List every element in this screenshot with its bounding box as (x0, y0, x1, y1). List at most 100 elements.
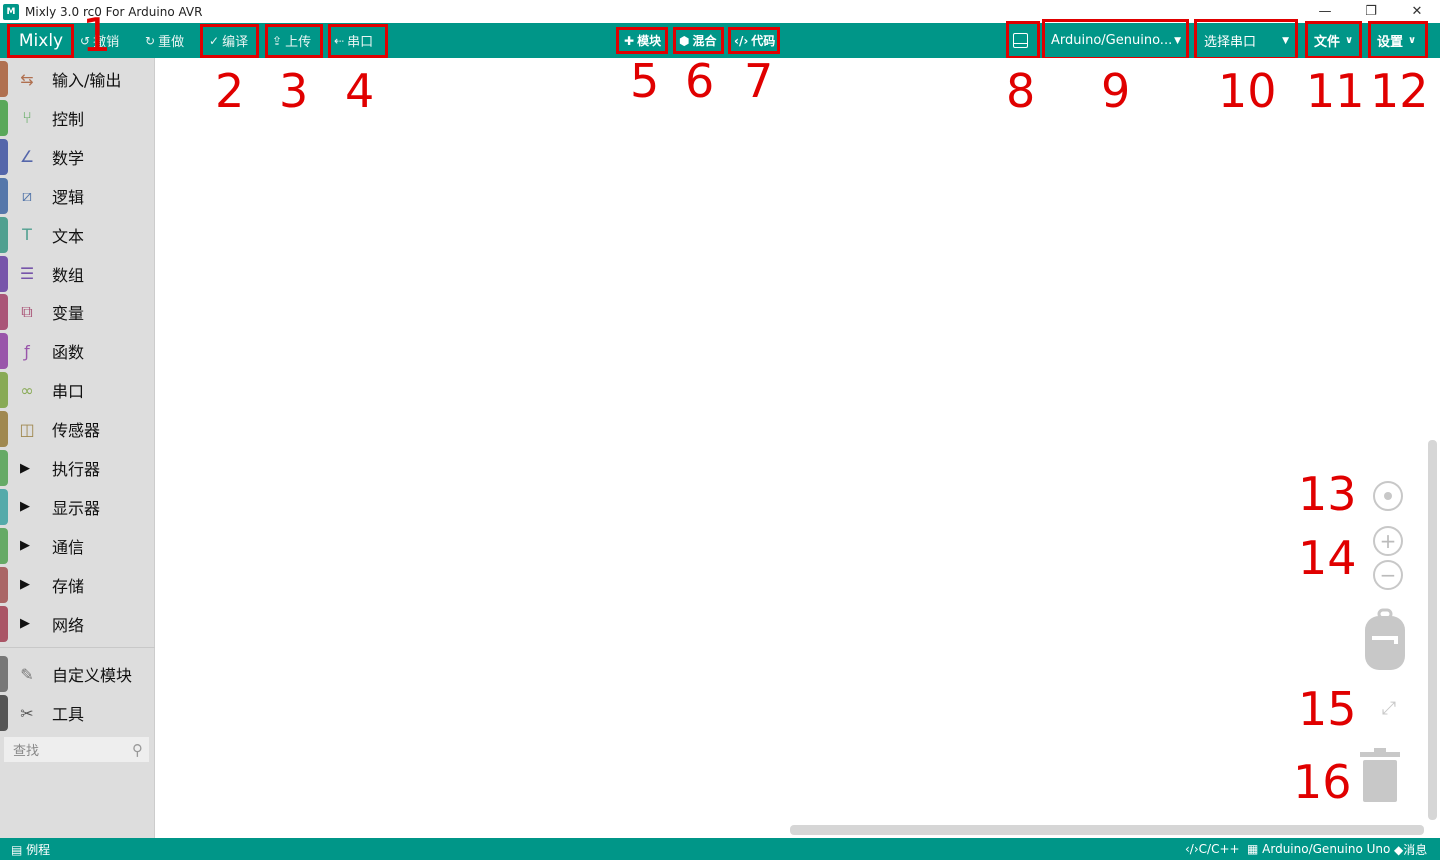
category-color-stripe (0, 450, 8, 486)
category-color-stripe (0, 695, 8, 731)
backpack-button[interactable] (1364, 608, 1406, 672)
category-color-stripe (0, 656, 8, 692)
window-title-bar: M Mixly 3.0 rc0 For Arduino AVR — ❐ ✕ (0, 0, 1440, 23)
recenter-button[interactable] (1371, 479, 1405, 513)
minimize-button[interactable]: — (1302, 0, 1348, 23)
annotation-number-2: 2 (215, 64, 245, 118)
code-icon: ‹/› (734, 33, 749, 48)
status-bar: ▤ 例程 ‹/›C/C++ ▦ Arduino/Genuino Uno ◆消息 (0, 838, 1440, 860)
logic-icon: ⧄ (21, 185, 33, 205)
category-custom-block[interactable]: ✎ 自定义模块 (0, 655, 155, 693)
category-sensor[interactable]: ◫ 传感器 (0, 410, 155, 448)
bell-icon: ◆ (1394, 842, 1404, 857)
category-text[interactable]: T 文本 (0, 216, 155, 254)
search-input[interactable]: 查找 ⚲ (3, 736, 150, 763)
annotation-number-5: 5 (630, 54, 660, 108)
app-icon: M (3, 3, 19, 20)
trash-button[interactable] (1358, 746, 1402, 804)
category-label: 数组 (52, 265, 85, 285)
category-storage[interactable]: ▶ 存储 (0, 566, 155, 604)
search-icon: ⚲ (132, 740, 143, 759)
expand-arrow-icon: ▶ (20, 499, 30, 515)
category-color-stripe (0, 411, 8, 448)
category-color-stripe (0, 566, 8, 603)
main-toolbar: Mixly ↺ 撤销 ↻ 重做 ✓ 编译 ⇪ 上传 ⇠ 串口 ✚ 模块 ⬢ 混合 ‹/› 代码 … (0, 23, 1440, 58)
category-label: 函数 (52, 343, 85, 363)
category-label: 控制 (52, 109, 85, 129)
tab-code[interactable]: ‹/› 代码 (734, 23, 775, 58)
file-menu[interactable]: 文件 ∨ (1314, 23, 1353, 58)
board-select[interactable]: Arduino/Genuino... ▼ (1045, 27, 1187, 54)
trash-icon (1360, 748, 1400, 802)
category-comm[interactable]: ▶ 通信 (0, 527, 155, 565)
category-color-stripe (0, 605, 8, 642)
restore-button[interactable]: ❐ (1348, 0, 1394, 23)
category-color-stripe (0, 255, 8, 292)
category-actuator[interactable]: ▶ 执行器 (0, 449, 155, 487)
annotation-number-7: 7 (744, 54, 774, 108)
panel-icon (1013, 33, 1028, 48)
upload-button[interactable]: ⇪ 上传 (272, 23, 311, 58)
annotation-number-9: 9 (1101, 64, 1131, 118)
port-select[interactable]: 选择串口 ▼ (1198, 27, 1295, 54)
compile-button[interactable]: ✓ 编译 (209, 23, 248, 58)
language-indicator[interactable]: ‹/›C/C++ (1185, 842, 1240, 856)
expand-icon: ⤢ (1381, 697, 1397, 719)
category-serial[interactable]: ∞ 串口 (0, 371, 155, 409)
annotation-number-13: 13 (1298, 467, 1357, 521)
math-icon: ∠ (19, 147, 35, 167)
annotation-number-16: 16 (1293, 755, 1352, 809)
category-network[interactable]: ▶ 网络 (0, 605, 155, 643)
mixly-logo-button[interactable]: Mixly (9, 26, 73, 56)
expand-arrow-icon: ▶ (20, 616, 30, 632)
category-math[interactable]: ∠ 数学 (0, 138, 155, 176)
category-color-stripe (0, 177, 8, 214)
category-display[interactable]: ▶ 显示器 (0, 488, 155, 526)
chip-icon: ▦ (1247, 842, 1263, 856)
tools-icon: ✂ (20, 703, 34, 723)
category-array[interactable]: ☰ 数组 (0, 255, 155, 293)
zoom-out-button[interactable]: − (1371, 558, 1405, 592)
annotation-number-1: 1 (82, 8, 112, 62)
serial-icon: ∞ (20, 380, 34, 400)
category-label: 数学 (52, 148, 85, 168)
category-color-stripe (0, 488, 8, 525)
category-tools[interactable]: ✂ 工具 (0, 694, 155, 732)
category-label: 文本 (52, 226, 85, 246)
board-indicator[interactable]: ▦ Arduino/Genuino Uno (1247, 842, 1390, 856)
category-control[interactable]: ⑂ 控制 (0, 99, 155, 137)
category-label: 自定义模块 (52, 666, 133, 685)
horizontal-scrollbar[interactable] (790, 825, 1424, 835)
annotation-number-8: 8 (1006, 64, 1036, 118)
redo-button[interactable]: ↻ 重做 (145, 23, 184, 58)
tab-mixed[interactable]: ⬢ 混合 (679, 23, 717, 58)
category-function[interactable]: ƒ 函数 (0, 332, 155, 370)
block-workspace[interactable] (156, 58, 1440, 838)
zoom-in-button[interactable]: + (1371, 524, 1405, 558)
toggle-panel-button[interactable] (1013, 23, 1028, 58)
serial-button[interactable]: ⇠ 串口 (334, 23, 373, 58)
expand-arrow-icon: ▶ (20, 577, 30, 593)
category-label: 传感器 (52, 421, 101, 441)
category-label: 输入/输出 (52, 71, 122, 90)
category-label: 通信 (52, 537, 85, 557)
plus-icon: + (1373, 526, 1403, 556)
close-button[interactable]: ✕ (1394, 0, 1440, 23)
annotation-number-3: 3 (279, 64, 309, 118)
vertical-scrollbar[interactable] (1428, 440, 1437, 820)
category-color-stripe (0, 216, 8, 253)
settings-menu[interactable]: 设置 ∨ (1377, 23, 1416, 58)
annotation-number-4: 4 (345, 64, 375, 118)
category-logic[interactable]: ⧄ 逻辑 (0, 177, 155, 215)
annotation-number-11: 11 (1306, 64, 1365, 118)
examples-button[interactable]: ▤ 例程 (11, 841, 50, 858)
category-io[interactable]: ⇆ 输入/输出 (0, 60, 155, 98)
category-label: 变量 (52, 304, 85, 324)
function-icon: ƒ (24, 341, 30, 361)
category-variable[interactable]: ⧉ 变量 (0, 293, 155, 331)
category-color-stripe (0, 294, 8, 331)
tab-blocks[interactable]: ✚ 模块 (624, 23, 661, 58)
category-color-stripe (0, 61, 8, 97)
messages-button[interactable]: ◆消息 (1394, 841, 1427, 858)
fullscreen-button[interactable]: ⤢ (1373, 692, 1405, 724)
